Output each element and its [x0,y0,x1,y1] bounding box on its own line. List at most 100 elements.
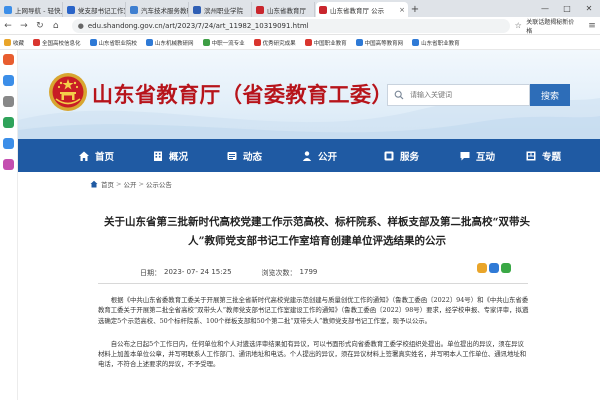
chat-icon [460,151,470,160]
bookmark-favicon-icon [146,39,154,46]
nav-label: 互动 [476,151,496,163]
browser-tab-3[interactable]: 汽车技术服务教研室 [127,2,189,17]
bookmark-item[interactable]: 全国高校信息化 [33,39,81,47]
publish-date: 2023- 07- 24 15:25 [164,268,232,276]
tab-favicon-icon [256,5,264,14]
qzone-share-icon[interactable] [477,263,487,273]
lock-icon: ● [77,21,84,30]
bookmark-label: 中职一流专业 [211,40,245,47]
bookmark-item[interactable]: 山东省职业教育 [412,39,460,47]
nav-label: 概况 [169,151,189,163]
article-paragraph: 自公布之日起5个工作日内，任何单位和个人对遴选评审结果如有异议，可以书面形式向省… [98,339,527,369]
tab-favicon-icon [4,5,12,14]
share-buttons [477,263,513,273]
home-browser-icon[interactable]: ⌂ [48,21,64,31]
bookmark-label: 山东机械教研网 [155,40,194,47]
bookmark-item[interactable]: 山东省职业院校 [89,39,138,47]
menu-icon[interactable]: ≡ [584,21,600,31]
star-bookmark-icon[interactable]: ☆ [510,21,526,30]
article-body: 根据《中共山东省委教育工委关于开展第三批全省新时代高校党建示范创建与质量创优工作… [98,295,530,383]
home-sidebar-icon[interactable] [3,54,14,65]
search-button[interactable]: 搜索 [530,84,570,106]
site-search-input[interactable] [387,84,530,106]
breadcrumb-separator: > [116,180,122,188]
bookmark-favicon-icon [33,39,41,46]
tab-label: 山东省教育厅 公示 [330,6,385,15]
browser-search-hint[interactable]: 关联话题揭秘新价格 [526,17,580,35]
maximize-icon[interactable]: □ [556,4,578,13]
star-sidebar-icon[interactable] [3,75,14,86]
bookmark-item[interactable]: 中职一流专业 [202,39,245,47]
views-label: 浏览次数： [261,269,297,277]
nav-label: 专题 [542,151,562,163]
url-text: edu.shandong.gov.cn/art/2023/7/24/art_11… [87,21,309,30]
bookmarks-bar: 收藏 全国高校信息化 山东省职业院校 山东机械教研网 中职一流专业 优秀研究成果… [0,36,600,50]
weibo-share-icon[interactable] [489,263,499,273]
tab-favicon-icon [130,5,138,14]
bookmark-label: 中国高等教育网 [364,40,404,47]
site-title[interactable]: 山东省教育厅（省委教育工委） [92,79,393,109]
nav-item-home[interactable]: 首页 [78,139,114,172]
tab-close-icon[interactable]: × [397,6,405,14]
address-bar: ← → ↻ ⌂ ● edu.shandong.gov.cn/art/2023/7… [0,17,600,35]
bookmark-favicon-icon [202,39,210,46]
news-icon [227,151,237,160]
bookmark-item[interactable]: 中国高等教育网 [355,39,404,47]
nav-item-interact[interactable]: 互动 [459,139,495,172]
browser-tab-active[interactable]: 山东省教育厅 公示 × [316,2,408,17]
wechat-share-icon[interactable] [501,263,511,273]
browser-tab-5[interactable]: 山东省教育厅 [253,2,315,17]
bookmark-favicon-icon [304,39,312,46]
building-icon [154,151,162,161]
web-page: 山东省教育厅（省委教育工委） 搜索 首页 概况 动态 公开 服务 [18,50,600,400]
download-sidebar-icon[interactable] [3,117,14,128]
bookmark-item[interactable]: 中国职业教育 [304,39,347,47]
tab-strip: 上网导航 - 轻快上网 党支部书记工作室_百 × 汽车技术服务教研室 滨州职业学… [0,0,600,17]
nav-label: 首页 [95,151,115,163]
bookmark-favicon-icon [4,39,11,46]
nav-label: 服务 [400,151,420,163]
new-tab-button[interactable]: + [408,2,422,17]
nav-item-news[interactable]: 动态 [226,139,262,172]
browser-tab-4[interactable]: 滨州职业学院 [190,2,252,17]
bookmark-item[interactable]: 收藏 [4,39,24,47]
bookmark-label: 优秀研究成果 [262,40,296,47]
breadcrumb-item-notice[interactable]: 公示公告 [146,179,172,189]
browser-tab-2[interactable]: 党支部书记工作室_百 × [64,2,126,17]
view-count: 1799 [299,268,318,276]
close-window-icon[interactable]: ✕ [578,4,600,13]
breadcrumb-item-home[interactable]: 首页 [101,179,114,189]
bookmark-label: 山东省职业教育 [421,40,460,47]
bookmark-label: 山东省职业院校 [98,40,138,47]
mail-sidebar-icon[interactable] [3,138,14,149]
breadcrumb-item-public[interactable]: 公开 [123,179,136,189]
browser-tab-1[interactable]: 上网导航 - 轻快上网 [1,2,63,17]
tab-label: 汽车技术服务教研室 [141,6,188,15]
url-field[interactable]: ● edu.shandong.gov.cn/art/2023/7/24/art_… [71,18,511,33]
people-icon [302,150,312,161]
tab-label: 山东省教育厅 [267,6,306,15]
window-controls: — □ ✕ [534,0,600,17]
bookmark-item[interactable]: 山东机械教研网 [146,39,194,47]
nav-item-overview[interactable]: 概况 [152,139,188,172]
tab-label: 上网导航 - 轻快上网 [15,6,62,15]
date-label: 日期： [140,269,161,277]
nav-item-topic[interactable]: 专题 [525,139,561,172]
breadcrumb: 首页 > 公开 > 公示公告 [90,179,172,189]
search-icon [394,90,404,100]
nav-item-service[interactable]: 服务 [383,139,419,172]
bookmark-item[interactable]: 优秀研究成果 [253,39,296,47]
bookmark-favicon-icon [355,39,363,46]
tab-favicon-icon [67,5,75,14]
history-sidebar-icon[interactable] [3,96,14,107]
bookmark-favicon-icon [89,39,97,46]
nav-item-public[interactable]: 公开 [301,139,337,172]
forward-icon[interactable]: → [16,21,32,31]
home-icon [79,151,89,161]
bookmark-label: 中国职业教育 [313,40,347,47]
reload-icon[interactable]: ↻ [32,21,48,31]
article-divider [98,283,528,284]
back-icon[interactable]: ← [0,21,16,31]
apps-sidebar-icon[interactable] [3,159,14,170]
minimize-icon[interactable]: — [534,4,556,13]
